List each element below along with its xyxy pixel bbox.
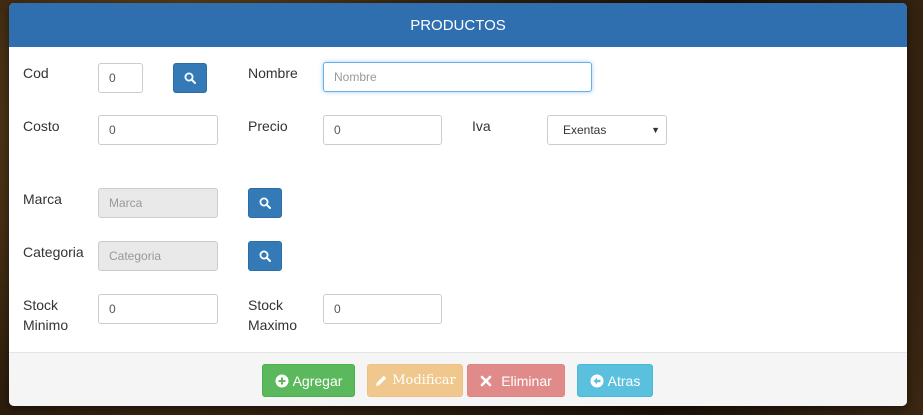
categoria-input[interactable] [98,241,218,271]
agregar-label: Agregar [292,372,343,389]
x-icon [480,375,492,386]
plus-circle-icon [275,374,289,387]
modificar-label: Modificar [392,373,456,388]
modal-header: PRODUCTOS [9,3,907,47]
pencil-icon [376,375,387,386]
costo-label: Costo [23,118,60,134]
precio-label: Precio [248,118,288,134]
nombre-label: Nombre [248,65,298,81]
modal-title: PRODUCTOS [410,16,506,34]
chevron-down-icon: ▼ [651,125,660,135]
modificar-button[interactable]: Modificar [367,364,463,397]
iva-select[interactable]: Exentas ▼ [547,115,667,145]
marca-search-button[interactable] [248,188,282,218]
atras-label: Atras [607,372,641,389]
productos-modal: PRODUCTOS Cod Nombre Costo Precio Iva Ex… [9,3,907,406]
nombre-input[interactable] [323,62,592,92]
categoria-search-button[interactable] [248,241,282,271]
precio-input[interactable] [323,115,442,145]
cod-label: Cod [23,65,49,81]
categoria-label: Categoria [23,244,84,260]
agregar-button[interactable]: Agregar [262,364,355,397]
search-icon [184,72,196,84]
arrow-left-circle-icon [590,374,604,387]
marca-label: Marca [23,191,62,207]
stock-maximo-input[interactable] [323,294,442,324]
marca-input[interactable] [98,188,218,218]
search-icon [259,250,271,262]
search-icon [259,197,271,209]
costo-input[interactable] [98,115,218,145]
cod-search-button[interactable] [173,63,207,93]
eliminar-button[interactable]: Eliminar [467,364,565,397]
stock-maximo-label-line1: Stock [248,297,284,313]
modal-footer: Agregar Modificar Eliminar Atras [9,352,907,406]
eliminar-label: Eliminar [501,372,552,389]
stock-minimo-input[interactable] [98,294,218,324]
atras-button[interactable]: Atras [577,364,653,397]
stock-maximo-label-line2: Maximo [248,317,298,333]
stock-minimo-label-line1: Stock [23,297,59,313]
iva-label: Iva [472,118,491,134]
cod-input[interactable] [98,63,143,93]
iva-selected-value: Exentas [563,123,607,137]
stock-minimo-label-line2: Minimo [23,317,69,333]
